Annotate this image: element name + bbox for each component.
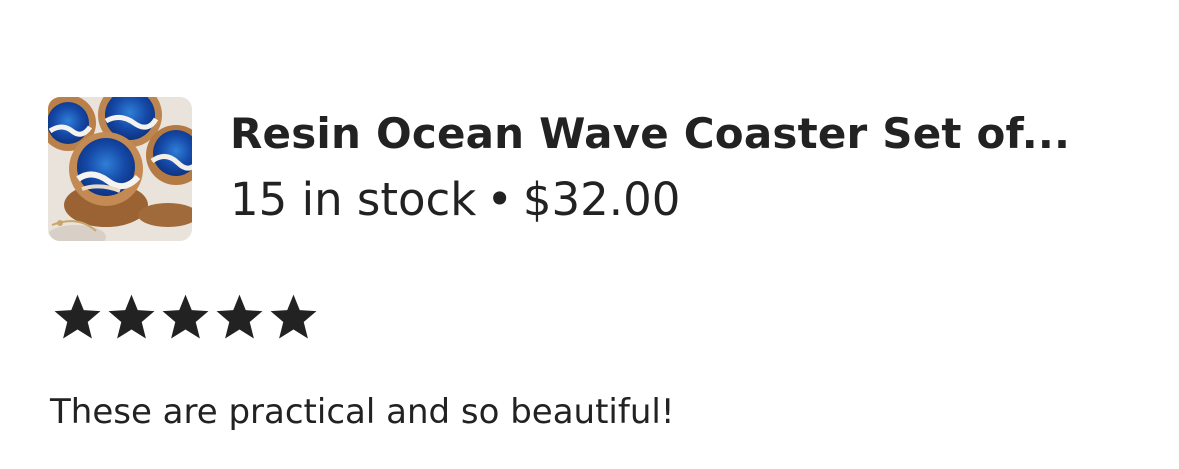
star-icon bbox=[270, 294, 317, 339]
star-rating bbox=[52, 293, 319, 341]
meta-separator: • bbox=[486, 173, 513, 226]
listing-summary[interactable]: Resin Ocean Wave Coaster Set of... 15 in… bbox=[48, 97, 1135, 241]
listing-info: Resin Ocean Wave Coaster Set of... 15 in… bbox=[230, 97, 1135, 226]
review-text: These are practical and so beautiful! bbox=[50, 392, 675, 432]
star-icon bbox=[162, 294, 209, 339]
star-icon bbox=[216, 294, 263, 339]
coaster-image bbox=[48, 97, 192, 241]
product-thumbnail[interactable] bbox=[48, 97, 192, 241]
listing-meta: 15 in stock • $32.00 bbox=[230, 174, 1135, 226]
stock-count: 15 in stock bbox=[230, 173, 477, 226]
star-icon bbox=[108, 294, 155, 339]
listing-title[interactable]: Resin Ocean Wave Coaster Set of... bbox=[230, 108, 1135, 160]
star-icon bbox=[54, 294, 101, 339]
review-card: Resin Ocean Wave Coaster Set of... 15 in… bbox=[0, 0, 1179, 469]
listing-price: $32.00 bbox=[522, 173, 681, 226]
